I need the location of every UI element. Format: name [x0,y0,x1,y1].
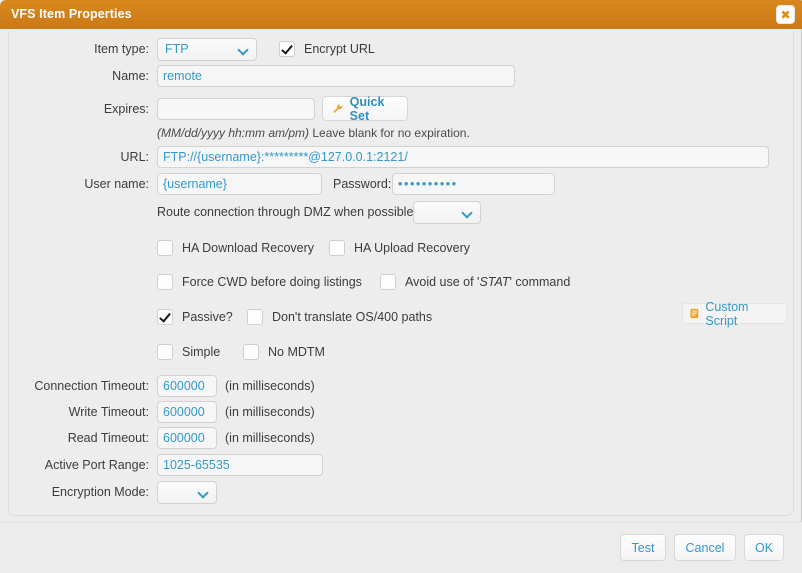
read-timeout-input[interactable] [157,427,217,449]
name-label: Name: [112,69,149,83]
password-input[interactable]: •••••••••• [392,173,555,195]
no-mdtm-checkbox[interactable]: No MDTM [243,344,325,360]
simple-checkbox[interactable]: Simple [157,344,220,360]
item-type-label: Item type: [94,42,149,56]
dialog-titlebar: VFS Item Properties ✖ [0,0,802,29]
user-name-label: User name: [84,177,149,191]
checkbox-box [157,344,173,360]
chevron-down-icon [239,46,248,55]
checkbox-box [157,240,173,256]
user-name-input[interactable] [157,173,322,195]
force-cwd-checkbox[interactable]: Force CWD before doing listings [157,274,362,290]
checkbox-box [380,274,396,290]
dialog-footer: Test Cancel OK [0,522,802,573]
expires-hint: (MM/dd/yyyy hh:mm am/pm) Leave blank for… [157,126,470,140]
script-icon [690,308,699,319]
encrypt-url-checkbox[interactable]: Encrypt URL [279,41,375,57]
connection-timeout-label: Connection Timeout: [34,379,149,393]
write-timeout-input[interactable] [157,401,217,423]
ok-button[interactable]: OK [744,534,784,561]
encryption-mode-label: Encryption Mode: [51,485,149,499]
dmz-label: Route connection through DMZ when possib… [157,205,417,219]
dialog-content-panel: Item type: FTP Encrypt URL Name: Expires… [8,31,794,516]
chevron-down-icon [463,209,472,218]
close-icon[interactable]: ✖ [776,5,795,24]
custom-script-label: Custom Script [705,299,749,328]
expires-hint-text: Leave blank for no expiration. [309,126,470,140]
no-mdtm-label: No MDTM [268,345,325,359]
quick-set-label: Quick Set [349,94,385,123]
ha-download-recovery-checkbox[interactable]: HA Download Recovery [157,240,314,256]
encrypt-url-label: Encrypt URL [304,42,375,56]
no-translate-os400-label: Don't translate OS/400 paths [272,310,433,324]
stat-keyword: STAT [479,275,510,289]
name-input[interactable] [157,65,515,87]
encryption-mode-select[interactable] [157,481,217,504]
active-port-range-label: Active Port Range: [44,458,149,472]
wrench-icon [333,103,343,113]
password-label: Password: [333,177,392,191]
read-timeout-label: Read Timeout: [67,431,149,445]
read-timeout-units: (in milliseconds) [225,431,315,445]
no-translate-os400-checkbox[interactable]: Don't translate OS/400 paths [247,309,432,325]
cancel-button[interactable]: Cancel [674,534,736,561]
ha-upload-recovery-label: HA Upload Recovery [354,241,471,255]
checkbox-box [279,41,295,57]
custom-script-link[interactable]: Custom Script [682,300,787,328]
item-type-select[interactable]: FTP [157,38,257,61]
chevron-down-icon [199,489,208,498]
write-timeout-label: Write Timeout: [68,405,149,419]
write-timeout-units: (in milliseconds) [225,405,315,419]
active-port-range-input[interactable] [157,454,323,476]
close-glyph: ✖ [780,7,791,22]
vfs-item-properties-dialog: VFS Item Properties ✖ Item type: FTP Enc… [0,0,802,573]
force-cwd-label: Force CWD before doing listings [182,275,362,289]
avoid-stat-checkbox[interactable]: Avoid use of 'STAT' command [380,274,570,290]
passive-label: Passive? [182,310,233,324]
test-button[interactable]: Test [620,534,666,561]
item-type-value: FTP [165,42,189,56]
quick-set-button[interactable]: Quick Set [322,94,408,123]
connection-timeout-units: (in milliseconds) [225,379,315,393]
checkbox-box [157,274,173,290]
checkbox-box [243,344,259,360]
connection-timeout-input[interactable] [157,375,217,397]
expires-hint-format: (MM/dd/yyyy hh:mm am/pm) [157,126,310,140]
simple-label: Simple [182,345,221,359]
checkbox-box [329,240,345,256]
avoid-stat-label: Avoid use of 'STAT' command [405,275,571,289]
ha-upload-recovery-checkbox[interactable]: HA Upload Recovery [329,240,470,256]
url-input[interactable] [157,146,769,168]
checkbox-box [247,309,263,325]
expires-input[interactable] [157,98,315,120]
ha-download-recovery-label: HA Download Recovery [182,241,315,255]
expires-label: Expires: [103,102,149,116]
passive-checkbox[interactable]: Passive? [157,309,233,325]
checkbox-box [157,309,173,325]
url-label: URL: [120,150,149,164]
dialog-title: VFS Item Properties [11,7,132,21]
dmz-select[interactable] [413,201,481,224]
